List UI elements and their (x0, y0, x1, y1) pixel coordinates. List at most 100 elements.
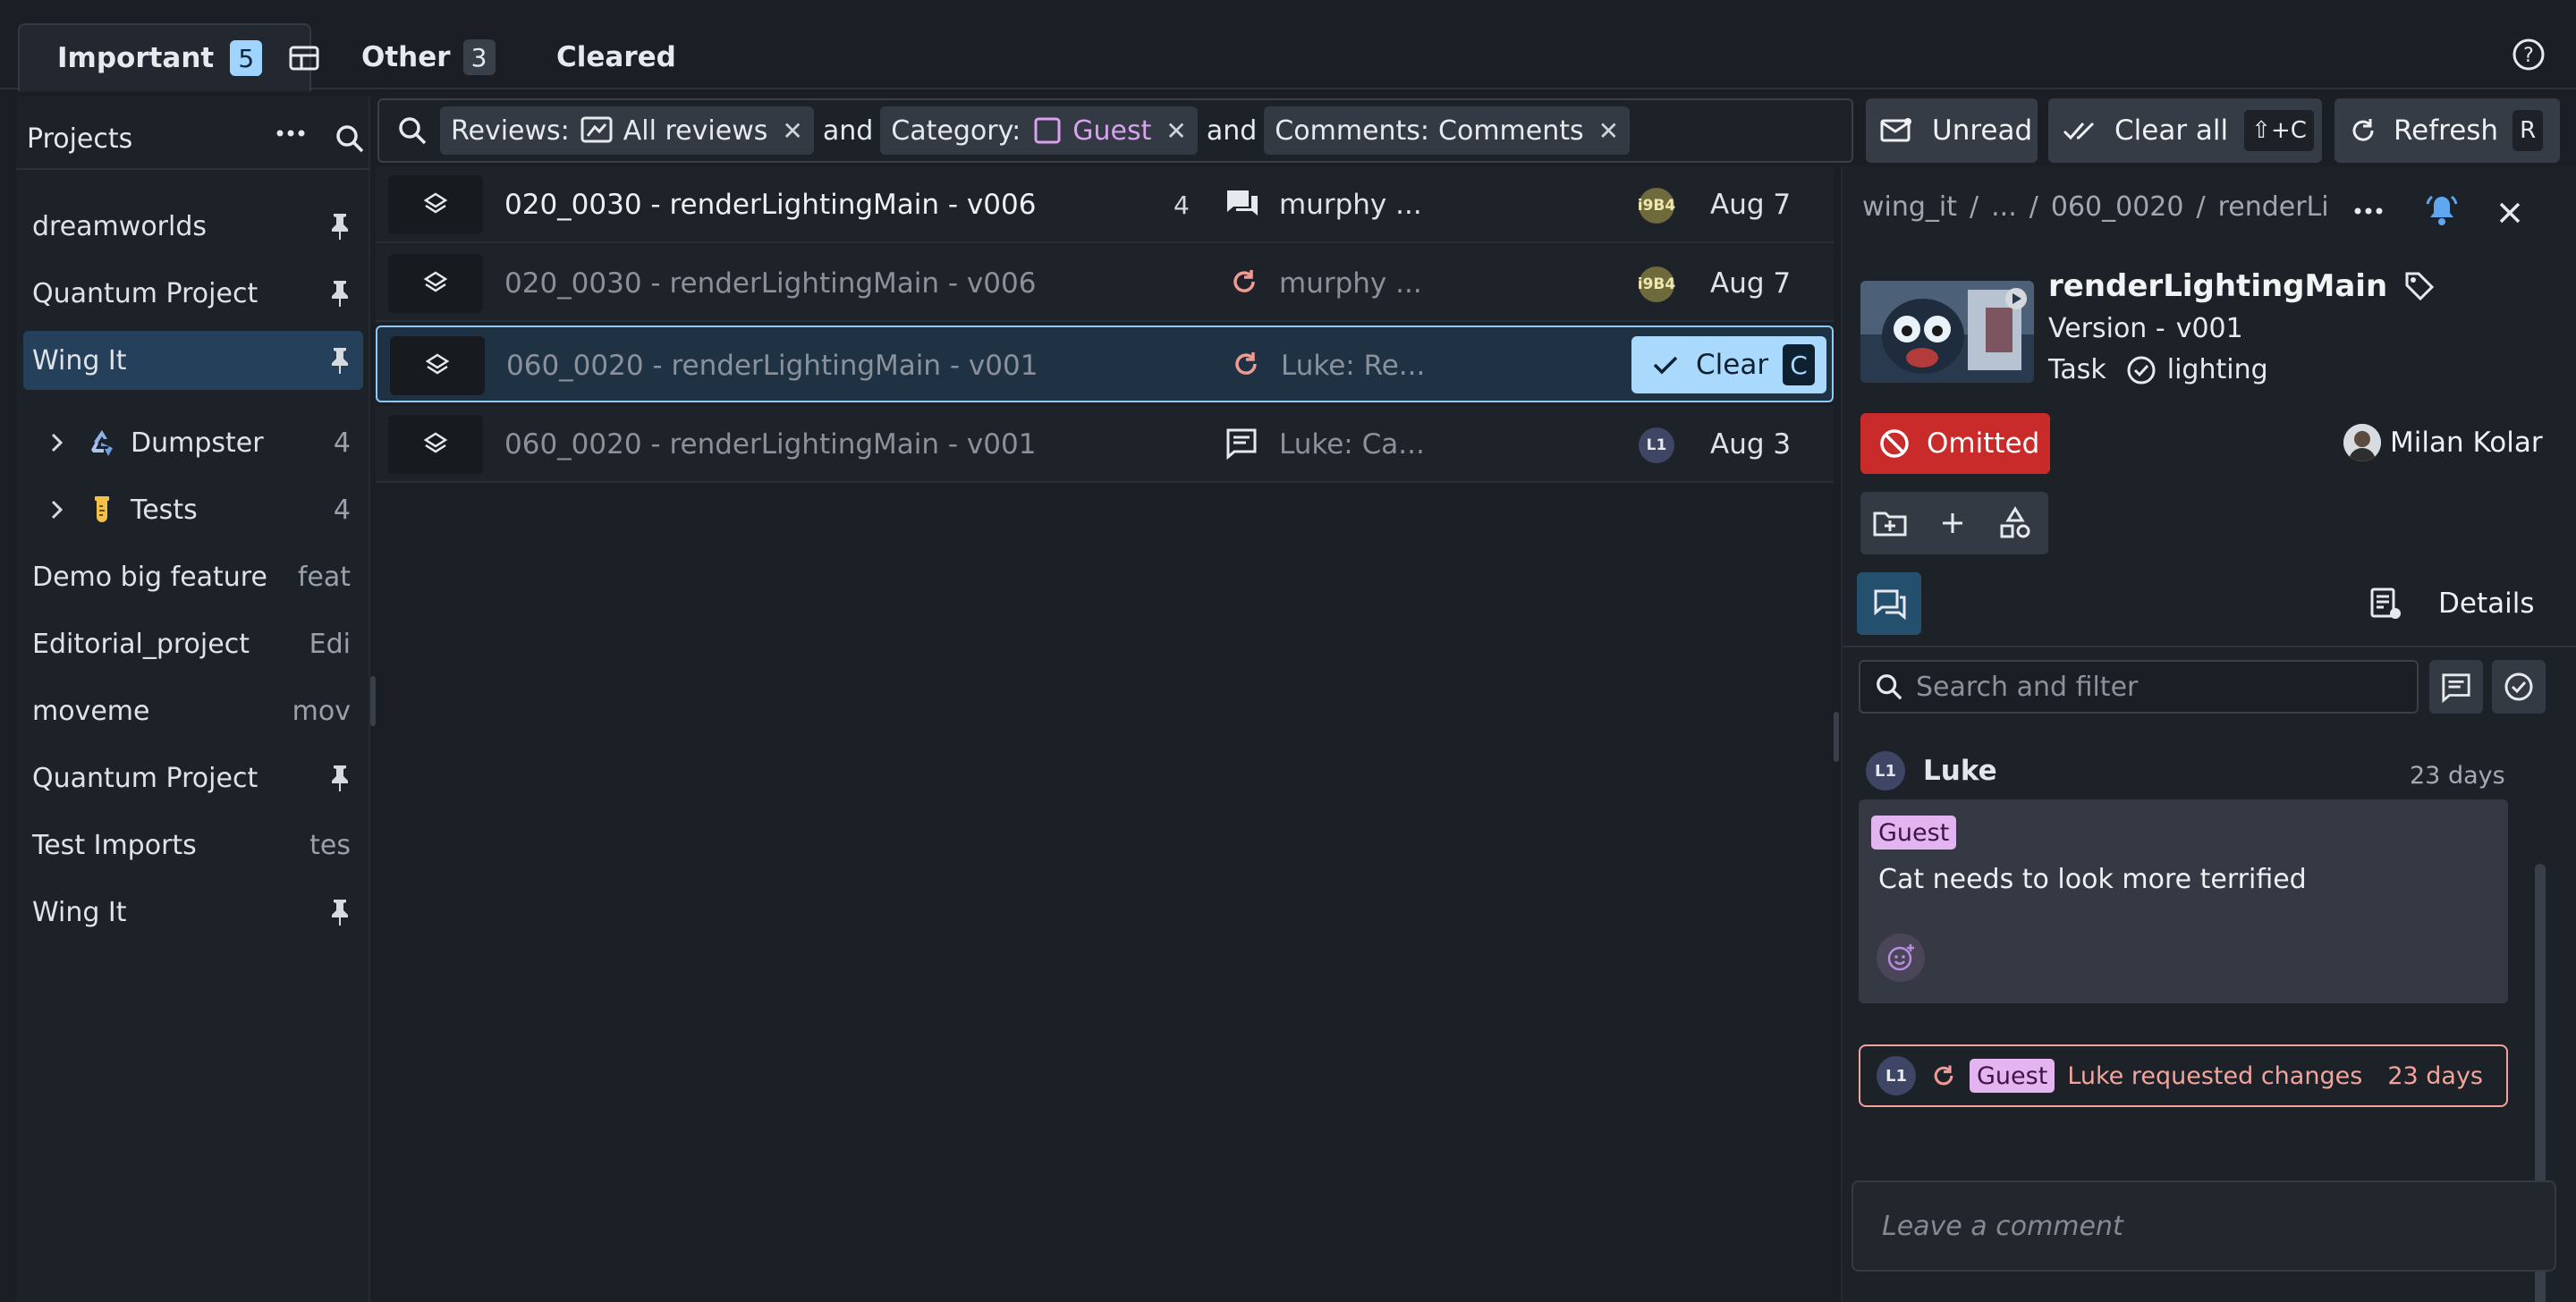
sidebar-item-quantum-project-2[interactable]: Quantum Project (23, 748, 363, 807)
sidebar-item-wing-it-2[interactable]: Wing It (23, 883, 363, 942)
version-value[interactable]: v001 (2176, 313, 2243, 344)
feed-search-input[interactable]: Search and filter (1859, 660, 2419, 714)
filter-value: Guest (1072, 114, 1152, 147)
folder-add-icon[interactable] (1873, 508, 1907, 538)
pin-icon[interactable] (329, 346, 351, 375)
remove-filter-icon[interactable]: ✕ (782, 116, 802, 146)
avatar: L1 (1877, 1056, 1916, 1095)
sidebar-item-label: Quantum Project (32, 277, 258, 309)
tab-cleared[interactable]: Cleared (556, 23, 676, 91)
comment-input[interactable]: Leave a comment (1852, 1180, 2556, 1272)
tab-other[interactable]: Other 3 (361, 23, 496, 91)
more-options-icon[interactable] (275, 129, 306, 138)
refresh-icon (1930, 1062, 1957, 1089)
filter-chip-comments[interactable]: Comments: Comments ✕ (1264, 106, 1631, 155)
sidebar-item-label: dreamworlds (32, 210, 208, 242)
category-tag: Guest (1871, 816, 1957, 850)
filter-chip-category[interactable]: Category: Guest ✕ (880, 106, 1198, 155)
clear-button[interactable]: Clear C (1631, 336, 1826, 393)
sidebar-item-moveme[interactable]: moveme mov (23, 681, 363, 740)
filter-joiner: and (1206, 114, 1258, 147)
comment-text: Cat needs to look more terrified (1878, 864, 2307, 895)
sidebar-item-quantum-project[interactable]: Quantum Project (23, 264, 363, 323)
comment-icon (1225, 427, 1258, 460)
chevron-right-icon[interactable] (50, 432, 64, 453)
search-icon (1875, 672, 1903, 701)
sidebar-group-dumpster[interactable]: Dumpster 4 (23, 413, 363, 472)
sidebar-group-tests[interactable]: Tests 4 (23, 480, 363, 539)
filter-checklist-button[interactable] (2492, 660, 2546, 714)
activity-item: L1 Guest Luke requested changes 23 days (1859, 1044, 2508, 1107)
pin-icon[interactable] (329, 764, 351, 792)
filter-joiner: and (822, 114, 874, 147)
tab-cleared-label: Cleared (556, 41, 676, 73)
projects-header: Projects (27, 111, 367, 166)
breadcrumb-ellipsis[interactable]: ... (1991, 191, 2017, 223)
breadcrumb: wing_it / ... / 060_0020 / renderLi (1862, 191, 2329, 223)
avatar: i9B4 (1638, 188, 1675, 224)
tab-important[interactable]: Important 5 (18, 23, 319, 91)
list-item-date: Aug 3 (1710, 428, 1792, 461)
comment-header: L1 Luke (1866, 751, 1997, 790)
sidebar-item-editorial-project[interactable]: Editorial_project Edi (23, 614, 363, 673)
sidebar-item-wing-it[interactable]: Wing It (23, 331, 363, 390)
panel-resize-handle[interactable] (1834, 712, 1839, 762)
comment-placeholder: Leave a comment (1882, 1210, 2123, 1242)
plus-icon[interactable] (1939, 510, 1966, 537)
list-item[interactable]: 060_0020 - renderLightingMain - v001 Luk… (376, 406, 1834, 483)
panel-divider (1843, 646, 2576, 647)
add-reaction-icon[interactable] (1877, 934, 1925, 982)
avatar: L1 (1639, 427, 1674, 463)
pin-icon[interactable] (329, 898, 351, 926)
remove-filter-icon[interactable]: ✕ (1598, 116, 1619, 146)
refresh-shortcut: R (2512, 110, 2544, 151)
unread-button[interactable]: Unread (1866, 98, 2038, 163)
version-title: renderLightingMain (2048, 268, 2388, 304)
sidebar-item-dreamworlds[interactable]: dreamworlds (23, 197, 363, 256)
more-options-icon[interactable] (2354, 207, 2383, 215)
layers-icon (388, 415, 483, 474)
close-icon[interactable] (2497, 200, 2522, 225)
clear-all-button[interactable]: Clear all ⇧+C (2048, 98, 2322, 163)
pin-icon[interactable] (329, 212, 351, 241)
list-item[interactable]: 020_0030 - renderLightingMain - v006 mur… (376, 245, 1834, 322)
list-item-date: Aug 7 (1710, 189, 1792, 221)
chevron-right-icon[interactable] (50, 499, 64, 520)
bell-icon[interactable] (2424, 193, 2460, 229)
sidebar-item-demo-big-feature[interactable]: Demo big feature feat (23, 547, 363, 606)
list-item-count: 4 (1174, 190, 1190, 220)
tab-other-count: 3 (462, 39, 496, 75)
breadcrumb-task[interactable]: renderLi (2218, 191, 2329, 223)
pin-icon[interactable] (329, 279, 351, 308)
list-item[interactable]: 020_0030 - renderLightingMain - v006 4 m… (376, 166, 1834, 243)
assignee[interactable]: Milan Kolar (2343, 424, 2543, 461)
breadcrumb-shot[interactable]: 060_0020 (2051, 191, 2184, 223)
version-thumbnail[interactable] (1860, 281, 2034, 383)
activity-text: Luke requested changes (2067, 1061, 2363, 1090)
list-item-title: 060_0020 - renderLightingMain - v001 (504, 428, 1037, 461)
help-icon[interactable]: ? (2512, 38, 2546, 72)
detail-panel: wing_it / ... / 060_0020 / renderLi rend… (1841, 166, 2576, 1302)
tab-details[interactable]: Details (2368, 587, 2534, 621)
list-item-title: 020_0030 - renderLightingMain - v006 (504, 189, 1037, 221)
sidebar-item-code: mov (292, 695, 351, 727)
sidebar-item-test-imports[interactable]: Test Imports tes (23, 816, 363, 875)
tab-activity[interactable] (1857, 572, 1921, 635)
version-label: Version - (2048, 313, 2165, 344)
filter-bar[interactable]: Reviews: All reviews ✕ and Category: Gue… (377, 98, 1853, 163)
search-icon[interactable] (335, 123, 365, 154)
filter-value: Comments (1438, 114, 1584, 147)
filter-chip-reviews[interactable]: Reviews: All reviews ✕ (440, 106, 814, 155)
breadcrumb-project[interactable]: wing_it (1862, 191, 1957, 223)
tag-icon[interactable] (2403, 270, 2436, 302)
layout-toggle-icon[interactable] (289, 45, 319, 72)
review-list: 020_0030 - renderLightingMain - v006 4 m… (376, 166, 1834, 1302)
refresh-button[interactable]: Refresh R (2334, 98, 2560, 163)
task-value[interactable]: lighting (2167, 354, 2268, 385)
remove-filter-icon[interactable]: ✕ (1165, 116, 1186, 146)
shapes-icon[interactable] (1998, 506, 2032, 540)
version-title-row: renderLightingMain (2048, 268, 2436, 304)
status-badge[interactable]: Omitted (1860, 413, 2050, 474)
list-item-selected[interactable]: 060_0020 - renderLightingMain - v001 Luk… (376, 326, 1834, 402)
filter-comments-button[interactable] (2429, 660, 2483, 714)
